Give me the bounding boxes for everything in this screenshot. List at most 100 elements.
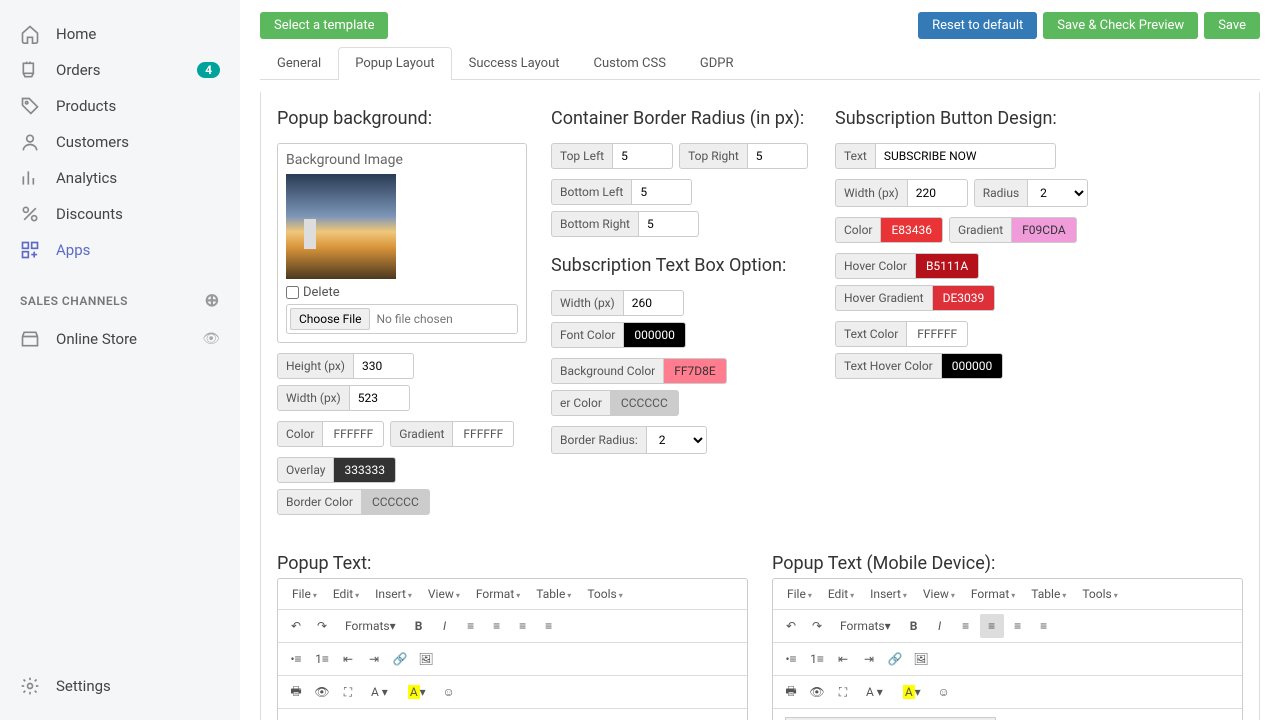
btn-width-input[interactable] xyxy=(908,179,968,207)
nav-customers[interactable]: Customers xyxy=(0,124,240,160)
btn-text-input[interactable] xyxy=(876,143,1056,169)
nav-online-store[interactable]: Online Store 👁 xyxy=(0,321,240,357)
link-icon[interactable]: 🔗 xyxy=(388,647,412,671)
tr-input[interactable] xyxy=(748,143,808,169)
tab-general[interactable]: General xyxy=(260,47,338,79)
ul-icon[interactable]: •≡ xyxy=(779,647,803,671)
menu-view[interactable]: View xyxy=(917,583,961,605)
border-swatch[interactable]: CCCCCC xyxy=(362,489,430,515)
menu-insert[interactable]: Insert xyxy=(864,583,913,605)
align-justify-icon[interactable]: ≡ xyxy=(537,614,561,638)
fullscreen-icon[interactable]: ⛶ xyxy=(831,680,855,704)
tab-custom-css[interactable]: Custom CSS xyxy=(577,47,683,79)
reset-button[interactable]: Reset to default xyxy=(918,12,1037,39)
nav-apps[interactable]: Apps xyxy=(0,232,240,268)
align-left-icon[interactable]: ≡ xyxy=(954,614,978,638)
tl-input[interactable] xyxy=(613,143,673,169)
print-icon[interactable]: 🖶 xyxy=(284,680,308,704)
gradient-swatch[interactable]: FFFFFF xyxy=(453,421,514,447)
overlay-swatch[interactable]: 333333 xyxy=(334,457,395,483)
tb-radius-select[interactable]: 2 xyxy=(647,426,707,454)
delete-checkbox[interactable] xyxy=(286,286,299,299)
forecolor-icon[interactable]: A ▾ xyxy=(362,680,397,704)
save-preview-button[interactable]: Save & Check Preview xyxy=(1043,12,1198,39)
btn-radius-select[interactable]: 2 xyxy=(1028,179,1088,207)
formats-dropdown[interactable]: Formats ▾ xyxy=(831,614,900,638)
tb-width-input[interactable] xyxy=(624,290,684,316)
color-swatch[interactable]: FFFFFF xyxy=(323,421,384,447)
undo-icon[interactable]: ↶ xyxy=(284,614,308,638)
nav-orders[interactable]: Orders 4 xyxy=(0,52,240,88)
align-center-icon[interactable]: ≡ xyxy=(485,614,509,638)
menu-tools[interactable]: Tools xyxy=(581,583,628,605)
menu-view[interactable]: View xyxy=(422,583,466,605)
btn-color-swatch[interactable]: E83436 xyxy=(881,217,943,243)
italic-icon[interactable]: I xyxy=(928,614,952,638)
select-template-button[interactable]: Select a template xyxy=(260,12,388,39)
menu-file[interactable]: File xyxy=(781,583,818,605)
preview-icon[interactable]: 👁 xyxy=(310,680,334,704)
print-icon[interactable]: 🖶 xyxy=(779,680,803,704)
tb-border-swatch[interactable]: CCCCCC xyxy=(611,390,679,416)
link-icon[interactable]: 🔗 xyxy=(883,647,907,671)
btn-hover-swatch[interactable]: B5111A xyxy=(916,253,979,279)
emoji-icon[interactable]: ☺ xyxy=(932,680,956,704)
ol-icon[interactable]: 1≡ xyxy=(805,647,829,671)
menu-edit[interactable]: Edit xyxy=(327,583,365,605)
btn-textcolor-swatch[interactable]: FFFFFF xyxy=(907,321,968,347)
menu-format[interactable]: Format xyxy=(470,583,526,605)
undo-icon[interactable]: ↶ xyxy=(779,614,803,638)
menu-file[interactable]: File xyxy=(286,583,323,605)
menu-table[interactable]: Table xyxy=(1025,583,1072,605)
nav-home[interactable]: Home xyxy=(0,16,240,52)
backcolor-icon[interactable]: A ▾ xyxy=(399,680,435,704)
editor-content-m[interactable]: SUBSCRIBE TO OUR NEWSLETTER xyxy=(773,709,1242,720)
emoji-icon[interactable]: ☺ xyxy=(437,680,461,704)
ul-icon[interactable]: •≡ xyxy=(284,647,308,671)
align-right-icon[interactable]: ≡ xyxy=(1006,614,1030,638)
menu-edit[interactable]: Edit xyxy=(822,583,860,605)
menu-insert[interactable]: Insert xyxy=(369,583,418,605)
nav-products[interactable]: Products xyxy=(0,88,240,124)
forecolor-icon[interactable]: A ▾ xyxy=(857,680,892,704)
redo-icon[interactable]: ↷ xyxy=(805,614,829,638)
nav-analytics[interactable]: Analytics xyxy=(0,160,240,196)
tb-font-swatch[interactable]: 000000 xyxy=(624,322,685,348)
width-input[interactable] xyxy=(350,385,410,411)
redo-icon[interactable]: ↷ xyxy=(310,614,334,638)
btn-grad-swatch[interactable]: F09CDA xyxy=(1012,217,1077,243)
btn-texthover-swatch[interactable]: 000000 xyxy=(942,353,1003,379)
align-right-icon[interactable]: ≡ xyxy=(511,614,535,638)
italic-icon[interactable]: I xyxy=(433,614,457,638)
editor-content[interactable]: Email Subscribe Subscribe to our mailing… xyxy=(278,709,747,720)
br-input[interactable] xyxy=(639,211,699,237)
tab-gdpr[interactable]: GDPR xyxy=(683,47,751,79)
image-icon[interactable]: 🖼 xyxy=(414,647,438,671)
tab-success-layout[interactable]: Success Layout xyxy=(452,47,577,79)
image-icon[interactable]: 🖼 xyxy=(909,647,933,671)
choose-file-button[interactable]: Choose File xyxy=(290,308,370,330)
indent-icon[interactable]: ⇥ xyxy=(857,647,881,671)
formats-dropdown[interactable]: Formats ▾ xyxy=(336,614,405,638)
outdent-icon[interactable]: ⇤ xyxy=(831,647,855,671)
tab-popup-layout[interactable]: Popup Layout xyxy=(338,47,451,80)
align-justify-icon[interactable]: ≡ xyxy=(1032,614,1056,638)
height-input[interactable] xyxy=(354,353,414,379)
bold-icon[interactable]: B xyxy=(902,614,926,638)
nav-discounts[interactable]: Discounts xyxy=(0,196,240,232)
align-left-icon[interactable]: ≡ xyxy=(459,614,483,638)
eye-icon[interactable]: 👁 xyxy=(202,331,220,347)
tb-bg-swatch[interactable]: FF7D8E xyxy=(664,358,726,384)
bold-icon[interactable]: B xyxy=(407,614,431,638)
align-center-icon[interactable]: ≡ xyxy=(980,614,1004,638)
menu-format[interactable]: Format xyxy=(965,583,1021,605)
indent-icon[interactable]: ⇥ xyxy=(362,647,386,671)
menu-table[interactable]: Table xyxy=(530,583,577,605)
bl-input[interactable] xyxy=(632,179,692,205)
menu-tools[interactable]: Tools xyxy=(1076,583,1123,605)
outdent-icon[interactable]: ⇤ xyxy=(336,647,360,671)
fullscreen-icon[interactable]: ⛶ xyxy=(336,680,360,704)
backcolor-icon[interactable]: A ▾ xyxy=(894,680,930,704)
ol-icon[interactable]: 1≡ xyxy=(310,647,334,671)
add-channel-icon[interactable]: ⊕ xyxy=(204,290,220,311)
